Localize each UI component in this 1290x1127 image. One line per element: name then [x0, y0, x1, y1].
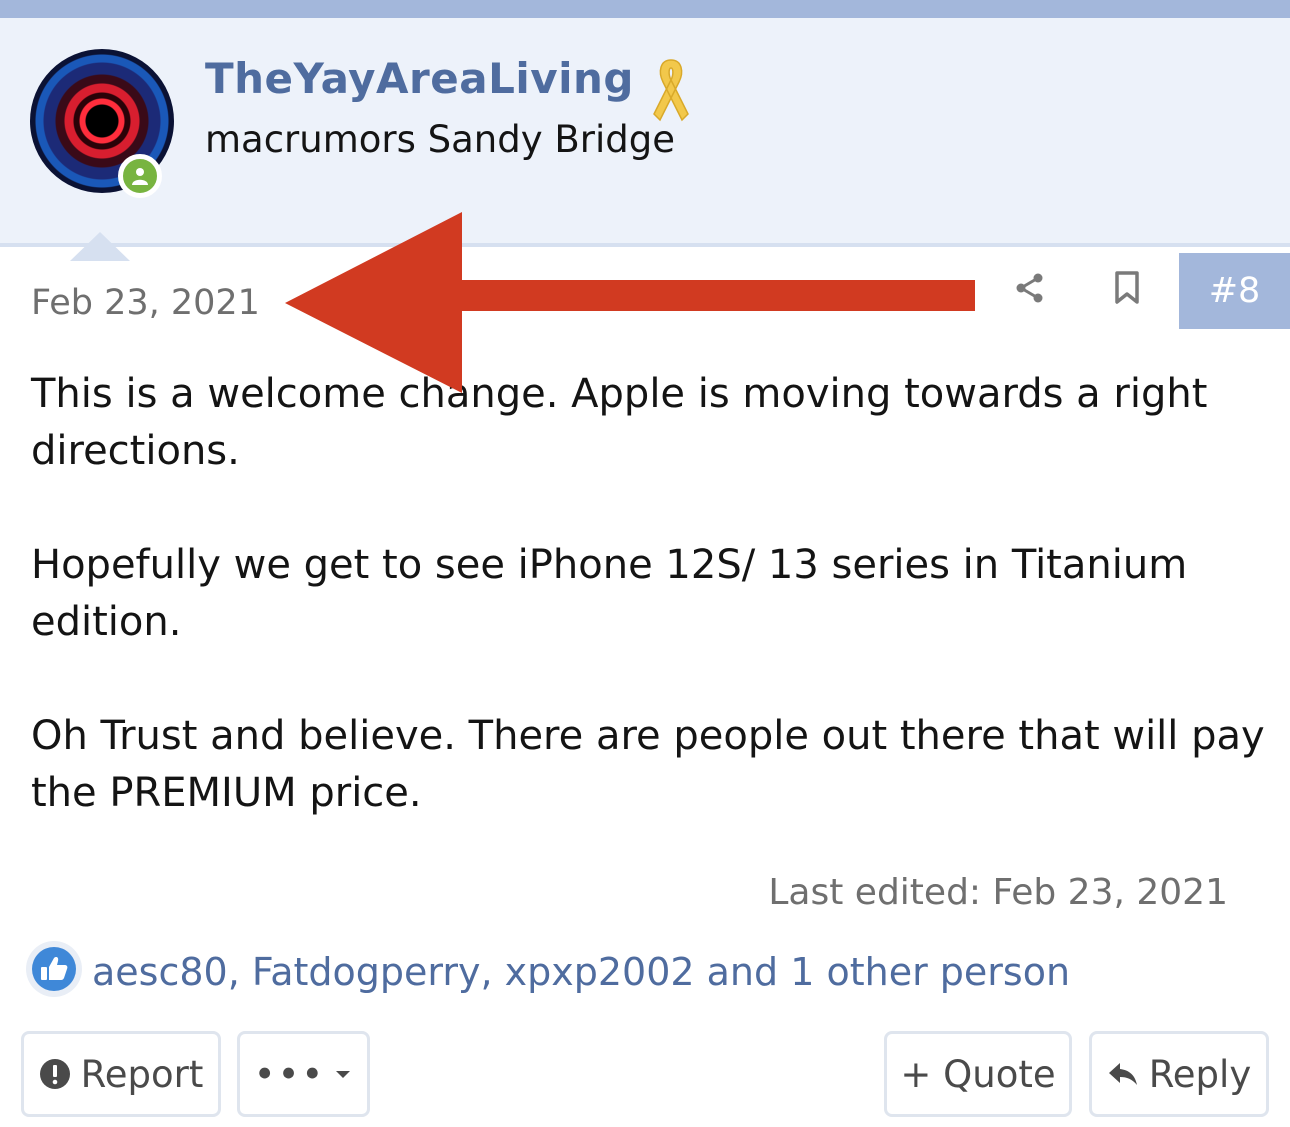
post-number-link[interactable]: #8 — [1179, 253, 1290, 329]
like-icon — [41, 957, 68, 980]
online-user-icon — [132, 168, 148, 185]
last-edited-note: Last edited: Feb 23, 2021 — [768, 872, 1228, 913]
post-paragraph: Oh Trust and believe. There are people o… — [31, 713, 1265, 816]
share-icon[interactable] — [1012, 270, 1048, 306]
top-border — [0, 0, 1290, 18]
more-label: ••• — [253, 1052, 326, 1096]
reply-label: Reply — [1148, 1052, 1252, 1096]
reply-button[interactable]: Reply — [1089, 1031, 1269, 1117]
username-link[interactable]: TheYayAreaLiving — [205, 54, 634, 103]
avatar-container[interactable] — [30, 49, 174, 198]
post-paragraph: Hopefully we get to see iPhone 12S/ 13 s… — [31, 542, 1188, 645]
post-paragraph: This is a welcome change. Apple is movin… — [31, 371, 1208, 474]
bookmark-icon[interactable] — [1112, 270, 1142, 306]
post-date-link[interactable]: Feb 23, 2021 — [31, 283, 260, 323]
quote-label: + Quote — [900, 1052, 1056, 1096]
online-status-badge — [118, 154, 162, 198]
chevron-down-icon — [336, 1071, 351, 1078]
report-label: Report — [80, 1052, 204, 1096]
quote-button[interactable]: + Quote — [884, 1031, 1072, 1117]
reply-icon — [1108, 1063, 1137, 1085]
ribbon-icon — [653, 59, 689, 122]
header-pointer — [70, 232, 130, 261]
report-button[interactable]: Report — [21, 1031, 221, 1117]
exclamation-icon — [39, 1059, 70, 1089]
reactions-list-link[interactable]: aesc80, Fatdogperry, xpxp2002 and 1 othe… — [92, 950, 1070, 994]
more-options-button[interactable]: ••• — [237, 1031, 370, 1117]
user-title: macrumors Sandy Bridge — [205, 118, 676, 161]
reaction-badge — [26, 941, 82, 997]
user-header: TheYayAreaLiving macrumors Sandy Bridge — [0, 18, 1290, 261]
